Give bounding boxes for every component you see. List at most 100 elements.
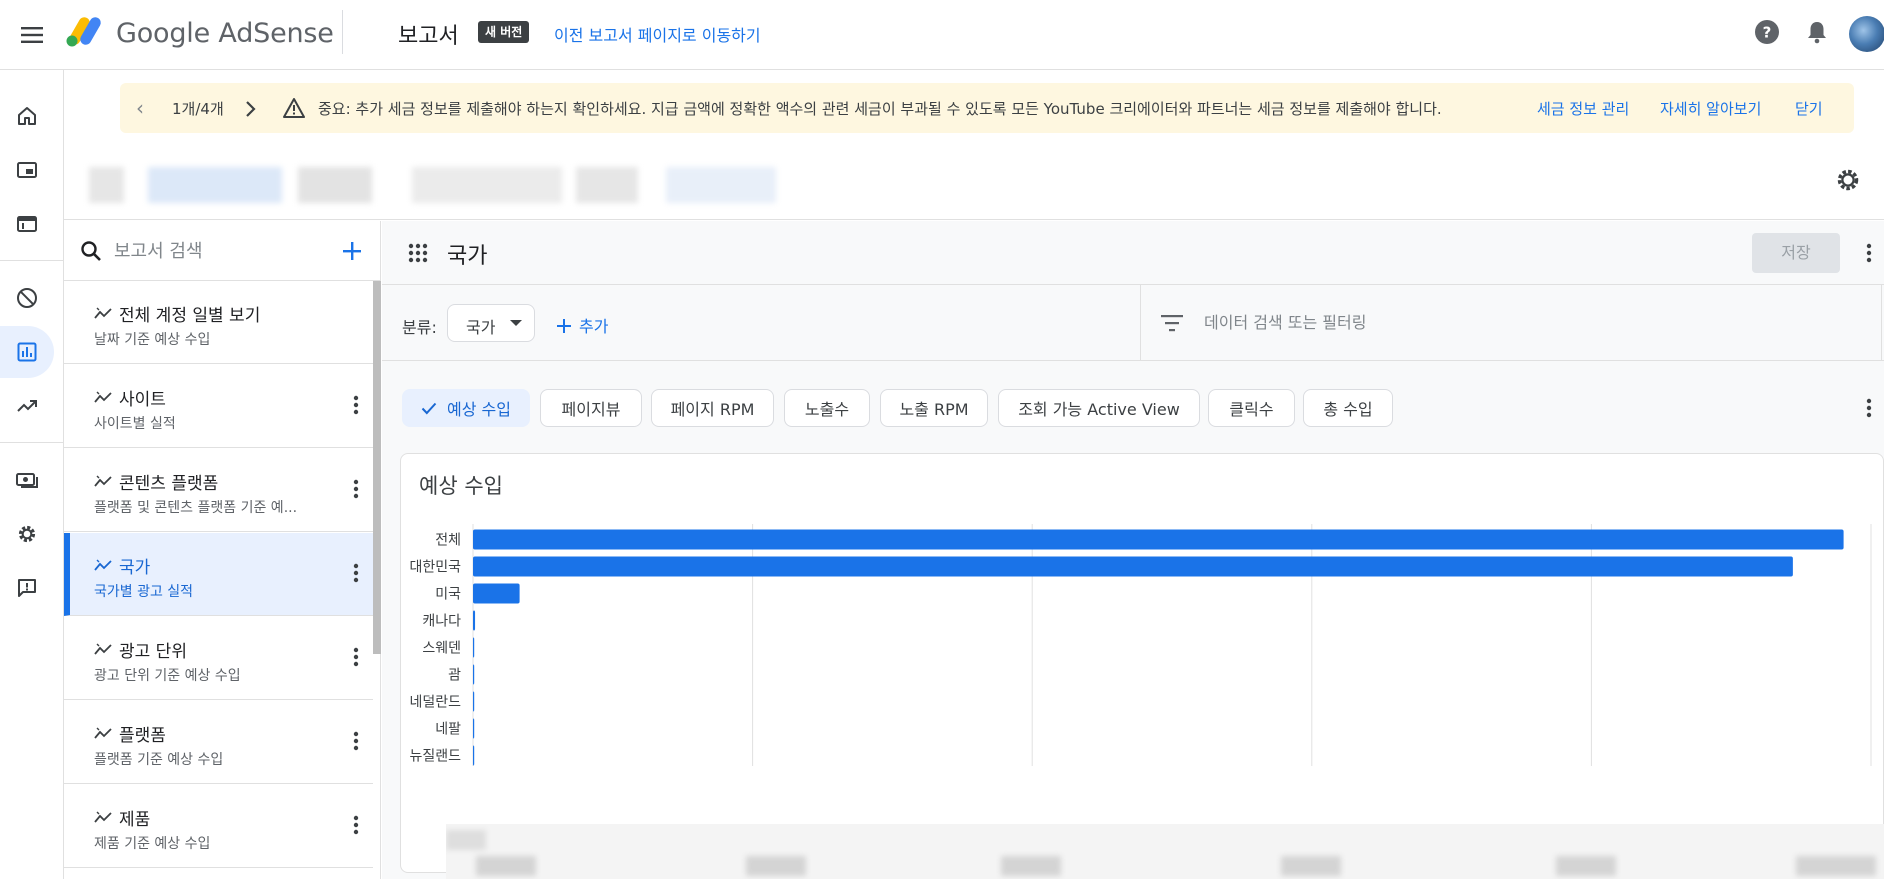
chart-category-label: 괌 <box>448 668 461 684</box>
chart-bar[interactable] <box>473 583 520 604</box>
dimensions-row: 분류: 국가 추가 <box>382 285 1884 361</box>
report-header: 국가 저장 <box>382 221 1884 285</box>
metric-chip-total-earnings[interactable]: 총 수입 <box>1303 389 1393 427</box>
rail-home[interactable] <box>0 90 54 142</box>
saved-reports-panel: 전체 계정 일별 보기 날짜 기준 예상 수입 사이트 사이트별 실적 콘텐츠 … <box>64 221 381 879</box>
dimension-dropdown-label: 국가 <box>466 318 496 337</box>
rail-divider <box>0 260 64 261</box>
warning-icon <box>283 98 305 118</box>
metric-chip-active-view[interactable]: 조회 가능 Active View <box>998 389 1200 427</box>
report-item-subtitle: 국가별 광고 실적 <box>94 584 194 600</box>
layout-icon <box>17 216 37 232</box>
manage-tax-info-link[interactable]: 세금 정보 관리 <box>1537 98 1629 119</box>
sparkle-chart-icon <box>94 559 112 571</box>
report-settings-gear-icon[interactable] <box>1833 165 1863 195</box>
sparkle-chart-icon <box>94 811 112 823</box>
metric-chip-page-rpm[interactable]: 페이지 RPM <box>651 389 774 427</box>
metric-chip-estimated-earnings[interactable]: 예상 수입 <box>402 389 530 427</box>
more-vert-icon[interactable] <box>1857 396 1881 420</box>
help-icon[interactable]: ? <box>1752 17 1782 47</box>
chart-category-label: 캐나다 <box>422 614 461 630</box>
blurred-filter <box>89 167 124 203</box>
rail-optimization[interactable] <box>0 380 54 432</box>
rail-reports[interactable] <box>0 326 54 378</box>
sparkle-chart-icon <box>94 475 112 487</box>
metric-chip-label: 조회 가능 Active View <box>1018 400 1180 419</box>
banner-next-chevron-icon[interactable] <box>244 98 258 120</box>
banner-message: 중요: 추가 세금 정보를 제출해야 하는지 확인하세요. 지급 금액에 정확한… <box>318 100 1442 118</box>
bar-chart-icon <box>17 342 37 362</box>
add-dimension-button[interactable]: 추가 <box>557 313 608 337</box>
rail-ads[interactable] <box>0 144 54 196</box>
more-vert-icon[interactable] <box>344 813 368 837</box>
metric-chip-label: 총 수입 <box>1323 400 1373 419</box>
brand-name[interactable]: Google AdSense <box>116 18 334 49</box>
sparkle-chart-icon <box>94 391 112 403</box>
report-item-title: 콘텐츠 플랫폼 <box>119 474 219 494</box>
report-item-platforms[interactable]: 플랫폼 플랫폼 기준 예상 수입 <box>64 701 373 784</box>
more-vert-icon[interactable] <box>344 729 368 753</box>
menu-icon[interactable] <box>12 15 52 55</box>
more-vert-icon[interactable] <box>344 477 368 501</box>
sparkle-chart-icon <box>94 643 112 655</box>
new-version-badge: 새 버전 <box>478 21 530 43</box>
metric-chip-label: 페이지뷰 <box>561 400 621 419</box>
chart-bar[interactable] <box>473 610 476 631</box>
old-report-page-link[interactable]: 이전 보고서 페이지로 이동하기 <box>554 22 761 46</box>
more-vert-icon[interactable] <box>1857 241 1881 265</box>
report-item-content-platform[interactable]: 콘텐츠 플랫폼 플랫폼 및 콘텐츠 플랫폼 기준 예... <box>64 449 373 532</box>
chart-bar[interactable] <box>473 556 1793 577</box>
report-main-area: 국가 저장 분류: 국가 추가 예상 수입 페이지뷰 페이지 RPM 노출수 노… <box>382 221 1884 879</box>
chart-category-label: 대한민국 <box>409 560 461 576</box>
chart-bar[interactable] <box>473 529 1844 550</box>
chart-bar[interactable] <box>473 691 475 712</box>
earnings-chart-card: 예상 수입 전체 대한민국 미국 캐나다 스웨덴 괌 네덜란드 네팔 뉴질랜드 <box>400 453 1884 873</box>
more-vert-icon[interactable] <box>344 645 368 669</box>
blurred-filter <box>576 167 638 203</box>
rail-divider <box>0 442 64 443</box>
report-list-scrollbar[interactable] <box>373 281 381 654</box>
metric-chip-clicks[interactable]: 클릭수 <box>1208 389 1295 427</box>
brand-divider <box>342 10 343 54</box>
page-title: 보고서 <box>398 24 459 49</box>
data-filter-input[interactable] <box>1204 307 1804 337</box>
metric-chip-pageviews[interactable]: 페이지뷰 <box>540 389 642 427</box>
more-vert-icon[interactable] <box>344 561 368 585</box>
rail-payments[interactable] <box>0 454 54 506</box>
report-search-input[interactable] <box>114 237 324 265</box>
report-item-account-daily[interactable]: 전체 계정 일별 보기 날짜 기준 예상 수입 <box>64 281 373 364</box>
chart-bar[interactable] <box>473 637 475 658</box>
metric-chip-impressions[interactable]: 노출수 <box>784 389 870 427</box>
dimension-dropdown[interactable]: 국가 <box>447 304 535 342</box>
check-icon <box>421 402 437 414</box>
add-report-plus-icon[interactable] <box>336 235 368 267</box>
dimensions-divider <box>1140 285 1141 361</box>
rail-feedback[interactable] <box>0 562 54 614</box>
metric-chip-label: 클릭수 <box>1229 400 1274 419</box>
save-button[interactable]: 저장 <box>1752 233 1840 273</box>
banner-prev-chevron-icon[interactable]: ‹ <box>136 96 144 120</box>
chart-bar[interactable] <box>473 718 475 739</box>
chart-bar[interactable] <box>473 745 475 766</box>
country-earnings-bar-chart: 전체대한민국미국캐나다스웨덴괌네덜란드네팔뉴질랜드 <box>409 524 1872 766</box>
metric-chip-label: 페이지 RPM <box>670 400 755 419</box>
dropdown-arrow-icon <box>510 320 522 326</box>
learn-more-link[interactable]: 자세히 알아보기 <box>1660 98 1761 119</box>
report-item-sites[interactable]: 사이트 사이트별 실적 <box>64 365 373 448</box>
rail-sites[interactable] <box>0 198 54 250</box>
dismiss-banner-link[interactable]: 닫기 <box>1795 98 1823 119</box>
account-avatar[interactable] <box>1849 16 1884 52</box>
chart-bar[interactable] <box>473 664 475 685</box>
rail-blocking-controls[interactable] <box>0 272 54 324</box>
report-item-ad-units[interactable]: 광고 단위 광고 단위 기준 예상 수입 <box>64 617 373 700</box>
apps-grid-icon[interactable] <box>406 241 430 265</box>
report-item-country[interactable]: 국가 국가별 광고 실적 <box>64 533 373 616</box>
report-item-products[interactable]: 제품 제품 기준 예상 수입 <box>64 785 373 868</box>
report-item-title: 국가 <box>119 558 151 578</box>
metric-chip-impression-rpm[interactable]: 노출 RPM <box>880 389 988 427</box>
more-vert-icon[interactable] <box>344 393 368 417</box>
rail-settings[interactable] <box>0 508 54 560</box>
chart-category-label: 뉴질랜드 <box>409 749 461 765</box>
notifications-bell-icon[interactable] <box>1802 17 1832 47</box>
blurred-filter <box>148 167 282 203</box>
